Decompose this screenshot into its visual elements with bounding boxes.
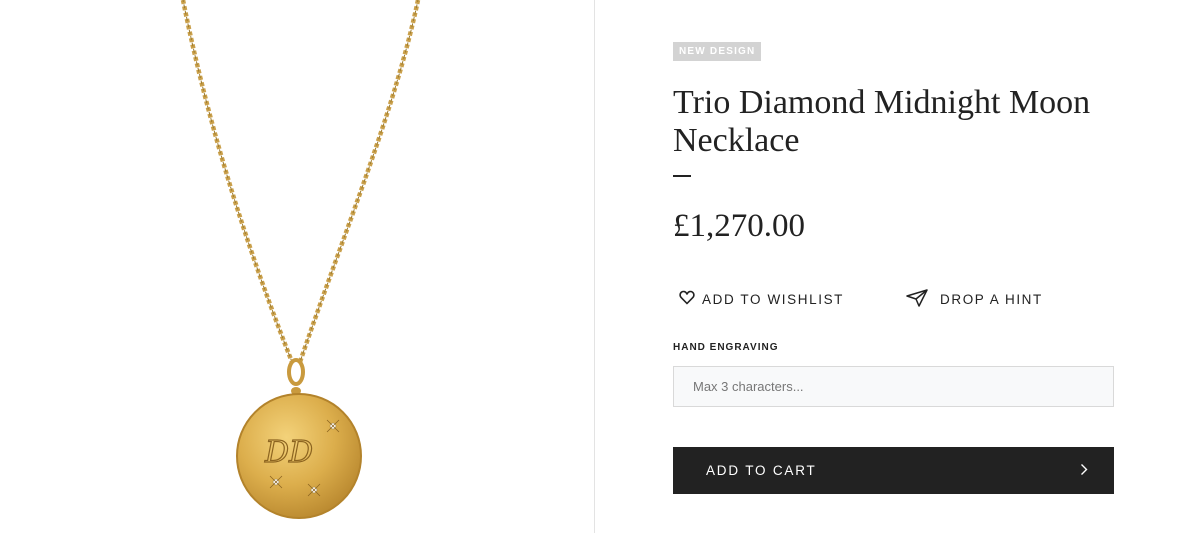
engraving-input[interactable] [673,366,1114,407]
add-to-cart-label: ADD TO CART [706,463,817,478]
paper-plane-icon [906,288,928,310]
wishlist-label: ADD TO WISHLIST [702,291,845,307]
hand-engraving-label: HAND ENGRAVING [673,342,779,353]
hint-label: DROP A HINT [940,291,1043,307]
svg-text:DD: DD [264,435,313,470]
drop-a-hint-button[interactable]: DROP A HINT [906,288,1043,310]
add-to-wishlist-button[interactable]: ADD TO WISHLIST [679,288,844,310]
product-title: Trio Diamond Midnight Moon Necklace [673,84,1091,159]
necklace-image: DD [180,0,421,519]
add-to-cart-button[interactable]: ADD TO CART [673,447,1114,494]
gallery-divider [594,0,595,533]
title-divider [673,175,691,177]
new-design-badge: NEW DESIGN [673,42,762,61]
product-image-gallery[interactable]: DD [0,0,594,533]
product-price: £1,270.00 [673,208,805,244]
chevron-right-icon [1080,463,1088,479]
heart-icon [679,290,695,308]
